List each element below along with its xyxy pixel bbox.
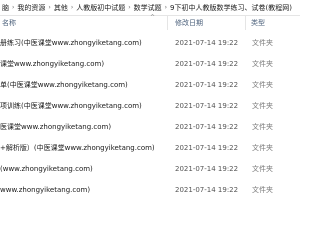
file-type: 文件夹 bbox=[252, 80, 273, 89]
column-header-type[interactable]: 类型 bbox=[251, 18, 265, 28]
file-name: (www.zhongyiketang.com) bbox=[0, 164, 93, 173]
breadcrumb-item-pep-junior-tests[interactable]: 人教版初中试题 bbox=[74, 3, 127, 13]
file-date: 2021-07-14 19:22 bbox=[175, 38, 239, 47]
file-date: 2021-07-14 19:22 bbox=[175, 101, 239, 110]
file-type: 文件夹 bbox=[252, 185, 273, 194]
file-type: 文件夹 bbox=[252, 164, 273, 173]
file-row[interactable]: 医课堂www.zhongyiketang.com) 2021-07-14 19:… bbox=[0, 116, 300, 137]
breadcrumb-item-resources[interactable]: 我的资源 bbox=[15, 3, 47, 13]
file-name: 单(中医课堂www.zhongyiketang.com) bbox=[0, 80, 128, 89]
file-date: 2021-07-14 19:22 bbox=[175, 80, 239, 89]
file-row[interactable]: +解析版）(中医课堂www.zhongyiketang.com) 2021-07… bbox=[0, 137, 300, 158]
column-divider[interactable] bbox=[245, 16, 246, 30]
file-name: +解析版）(中医课堂www.zhongyiketang.com) bbox=[0, 143, 155, 152]
file-date: 2021-07-14 19:22 bbox=[175, 164, 239, 173]
file-date: 2021-07-14 19:22 bbox=[175, 143, 239, 152]
breadcrumb-item-current-folder[interactable]: 9下初中人教版数学练习、试卷(教程网) bbox=[168, 3, 294, 13]
file-date: 2021-07-14 19:22 bbox=[175, 122, 239, 131]
file-name: 项训练(中医课堂www.zhongyiketang.com) bbox=[0, 101, 142, 110]
file-date: 2021-07-14 19:22 bbox=[175, 59, 239, 68]
file-date: 2021-07-14 19:22 bbox=[175, 185, 239, 194]
file-name: 课堂www.zhongyiketang.com) bbox=[0, 59, 105, 68]
file-row[interactable]: (www.zhongyiketang.com) 2021-07-14 19:22… bbox=[0, 158, 300, 179]
file-row[interactable]: 课堂www.zhongyiketang.com) 2021-07-14 19:2… bbox=[0, 53, 300, 74]
file-type: 文件夹 bbox=[252, 122, 273, 131]
file-list: 册练习(中医课堂www.zhongyiketang.com) 2021-07-1… bbox=[0, 32, 300, 200]
file-name: 册练习(中医课堂www.zhongyiketang.com) bbox=[0, 38, 142, 47]
sort-ascending-icon: ^ bbox=[150, 14, 156, 21]
column-header-name[interactable]: 名称 bbox=[2, 18, 16, 28]
file-type: 文件夹 bbox=[252, 59, 273, 68]
column-divider[interactable] bbox=[167, 16, 168, 30]
file-row[interactable]: 项训练(中医课堂www.zhongyiketang.com) 2021-07-1… bbox=[0, 95, 300, 116]
file-name: www.zhongyiketang.com) bbox=[0, 185, 91, 194]
file-name: 医课堂www.zhongyiketang.com) bbox=[0, 122, 112, 131]
breadcrumb-item-math-tests[interactable]: 数学试题 bbox=[132, 3, 164, 13]
column-header-date[interactable]: 修改日期 bbox=[175, 18, 203, 28]
file-row[interactable]: 单(中医课堂www.zhongyiketang.com) 2021-07-14 … bbox=[0, 74, 300, 95]
file-row[interactable]: 册练习(中医课堂www.zhongyiketang.com) 2021-07-1… bbox=[0, 32, 300, 53]
column-header-row: 名称 ^ 修改日期 类型 bbox=[0, 14, 300, 30]
file-type: 文件夹 bbox=[252, 143, 273, 152]
file-type: 文件夹 bbox=[252, 101, 273, 110]
breadcrumb-item-other[interactable]: 其他 bbox=[52, 3, 70, 13]
file-row[interactable]: www.zhongyiketang.com) 2021-07-14 19:22 … bbox=[0, 179, 300, 200]
breadcrumb-item-computer[interactable]: 脑 bbox=[0, 3, 11, 13]
file-type: 文件夹 bbox=[252, 38, 273, 47]
